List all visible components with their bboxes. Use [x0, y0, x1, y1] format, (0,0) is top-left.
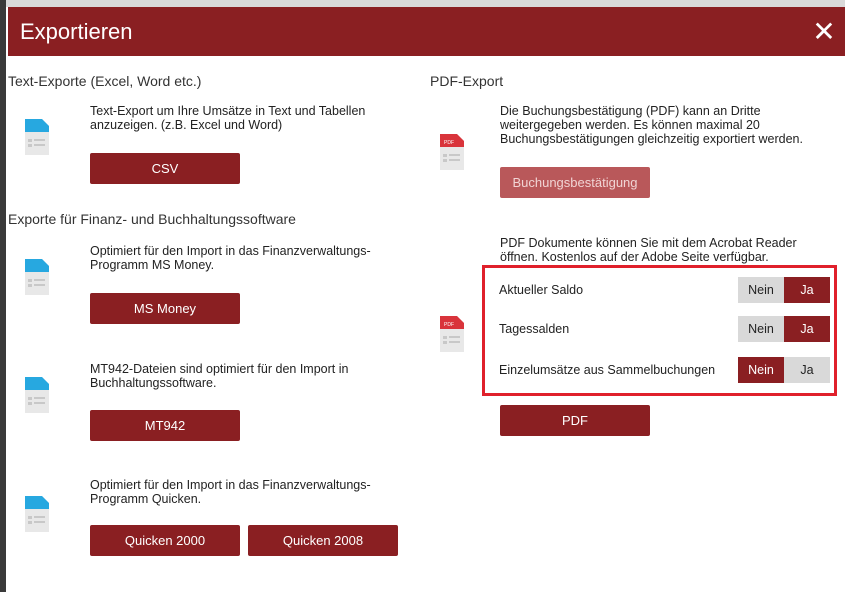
- yes-no-toggle: Nein Ja: [738, 357, 830, 383]
- toggle-yes-option[interactable]: Ja: [784, 277, 830, 303]
- text-exports-heading: Text-Exporte (Excel, Word etc.): [8, 73, 202, 89]
- quicken-2000-button[interactable]: Quicken 2000: [90, 525, 240, 556]
- csv-button[interactable]: CSV: [90, 153, 240, 184]
- dialog-header: Exportieren ✕: [8, 7, 845, 56]
- mt942-button[interactable]: MT942: [90, 410, 240, 441]
- quicken-description: Optimiert für den Import in das Finanzve…: [90, 478, 371, 506]
- document-file-icon: [25, 377, 49, 413]
- option-label: Tagessalden: [499, 322, 570, 336]
- booking-confirmation-description: Die Buchungsbestätigung (PDF) kann an Dr…: [500, 104, 803, 146]
- document-file-icon: [25, 496, 49, 532]
- close-icon[interactable]: ✕: [809, 17, 839, 47]
- pdf-documents-description: PDF Dokumente können Sie mit dem Acrobat…: [500, 236, 797, 264]
- toggle-no-option[interactable]: Nein: [738, 357, 784, 383]
- pdf-file-icon: PDF: [440, 134, 464, 170]
- document-file-icon: [25, 119, 49, 155]
- booking-confirmation-button[interactable]: Buchungsbestätigung: [500, 167, 650, 198]
- toggle-no-option[interactable]: Nein: [738, 277, 784, 303]
- svg-text:PDF: PDF: [444, 322, 454, 328]
- pdf-export-heading: PDF-Export: [430, 73, 504, 89]
- option-label: Aktueller Saldo: [499, 283, 584, 297]
- dialog-title: Exportieren: [20, 19, 133, 44]
- quicken-2008-button[interactable]: Quicken 2008: [248, 525, 398, 556]
- ms-money-description: Optimiert für den Import in das Finanzve…: [90, 244, 371, 272]
- toggle-no-option[interactable]: Nein: [738, 316, 784, 342]
- option-row-individual-transactions: Einzelumsätze aus Sammelbuchungen Nein J…: [490, 357, 830, 383]
- option-row-daily-balances: Tagessalden Nein Ja: [490, 316, 830, 342]
- pdf-button[interactable]: PDF: [500, 405, 650, 436]
- option-label: Einzelumsätze aus Sammelbuchungen: [499, 363, 716, 377]
- yes-no-toggle: Nein Ja: [738, 277, 830, 303]
- yes-no-toggle: Nein Ja: [738, 316, 830, 342]
- ms-money-button[interactable]: MS Money: [90, 293, 240, 324]
- option-row-current-balance: Aktueller Saldo Nein Ja: [490, 277, 830, 303]
- background-strip: [6, 0, 845, 7]
- csv-description: Text-Export um Ihre Umsätze in Text und …: [90, 104, 366, 132]
- document-file-icon: [25, 259, 49, 295]
- mt942-description: MT942-Dateien sind optimiert für den Imp…: [90, 362, 349, 390]
- window-left-edge: [0, 0, 6, 592]
- toggle-yes-option[interactable]: Ja: [784, 357, 830, 383]
- pdf-file-icon: PDF: [440, 316, 464, 352]
- svg-text:PDF: PDF: [444, 140, 454, 146]
- finance-exports-heading: Exporte für Finanz- und Buchhaltungssoft…: [8, 211, 296, 227]
- toggle-yes-option[interactable]: Ja: [784, 316, 830, 342]
